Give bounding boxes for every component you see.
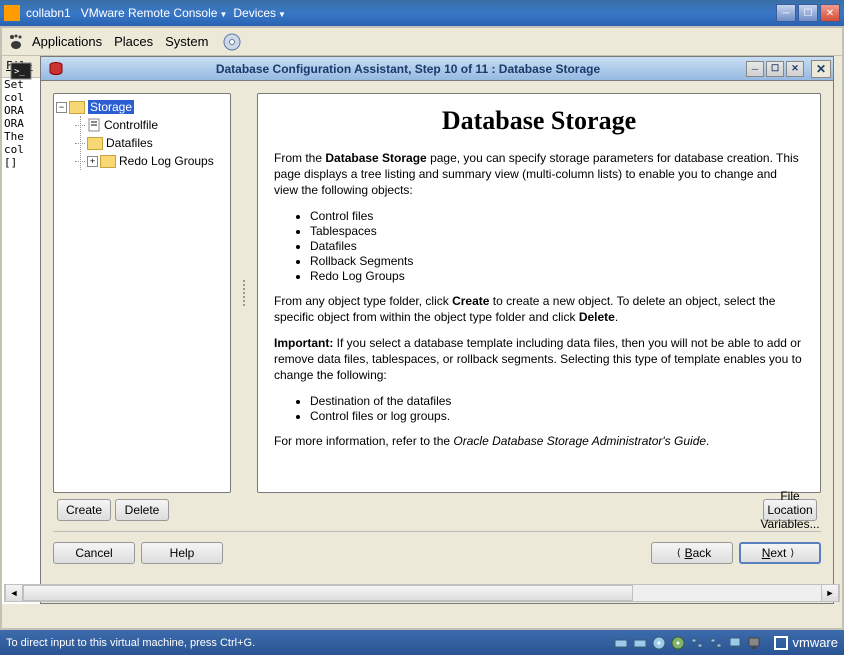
- list-item: Rollback Segments: [310, 254, 804, 268]
- create-button[interactable]: Create: [57, 499, 111, 521]
- wizard-button-row: Cancel Help ⟨Back Next⟩: [53, 542, 821, 564]
- scroll-track[interactable]: [23, 585, 821, 601]
- close-button[interactable]: ✕: [786, 61, 804, 77]
- list-item: Tablespaces: [310, 224, 804, 238]
- horizontal-scrollbar[interactable]: ◄ ►: [4, 584, 840, 602]
- cancel-button[interactable]: Cancel: [53, 542, 135, 564]
- next-button[interactable]: Next⟩: [739, 542, 821, 564]
- back-button[interactable]: ⟨Back: [651, 542, 733, 564]
- vmware-logo: vmware: [774, 635, 838, 650]
- hdd-icon[interactable]: [613, 635, 629, 651]
- chevron-right-icon: ⟩: [790, 548, 794, 559]
- help-button[interactable]: Help: [141, 542, 223, 564]
- dbca-title: Database Configuration Assistant, Step 1…: [71, 62, 745, 76]
- status-hint: To direct input to this virtual machine,…: [6, 637, 255, 649]
- gnome-menubar: Applications Places System: [2, 28, 842, 56]
- terminal-text: col: [2, 143, 43, 156]
- dbca-body: − Storage Controlfile Da: [41, 81, 833, 603]
- tree-node-storage[interactable]: − Storage: [56, 98, 228, 116]
- important-paragraph: Important: If you select a database temp…: [274, 335, 804, 384]
- minimize-button[interactable]: ─: [776, 4, 796, 22]
- tree-node-controlfile[interactable]: Controlfile: [81, 116, 228, 134]
- maximize-button[interactable]: ☐: [798, 4, 818, 22]
- folder-icon: [100, 155, 116, 168]
- vmware-status-bar: To direct input to this virtual machine,…: [0, 630, 844, 655]
- back-label: ack: [693, 546, 712, 560]
- dbca-window: Database Configuration Assistant, Step 1…: [40, 56, 834, 604]
- intro-paragraph: From the Database Storage page, you can …: [274, 150, 804, 199]
- menu-applications[interactable]: Applications: [32, 34, 102, 49]
- create-delete-paragraph: From any object type folder, click Creat…: [274, 293, 804, 325]
- hdd-icon[interactable]: [632, 635, 648, 651]
- menu-system[interactable]: System: [165, 34, 208, 49]
- reference-paragraph: For more information, refer to the Oracl…: [274, 433, 804, 449]
- file-location-variables-button[interactable]: File Location Variables...: [763, 499, 817, 521]
- vmware-boxes-icon: [774, 636, 788, 650]
- separator: [53, 531, 821, 532]
- storage-tree[interactable]: − Storage Controlfile Da: [53, 93, 231, 493]
- chevron-down-icon: ▼: [219, 10, 227, 19]
- close-button[interactable]: ✕: [820, 4, 840, 22]
- close-all-button[interactable]: ✕: [811, 60, 831, 78]
- list-item: Datafiles: [310, 239, 804, 253]
- taskbar-terminal-icon[interactable]: >_: [2, 58, 40, 86]
- tree-node-redo-log-groups[interactable]: + Redo Log Groups: [81, 152, 228, 170]
- list-item: Control files: [310, 209, 804, 223]
- tree-node-datafiles[interactable]: Datafiles: [81, 134, 228, 152]
- vm-host-label: collabn1: [26, 6, 71, 20]
- cd-drive-icon[interactable]: [222, 32, 242, 52]
- chevron-left-icon: ⟨: [677, 548, 681, 559]
- terminal-window-partial: File Set col ORA ORA The col []: [2, 56, 44, 604]
- scroll-left-icon[interactable]: ◄: [5, 585, 23, 601]
- gnome-foot-icon[interactable]: [6, 32, 26, 52]
- cd-icon[interactable]: [670, 635, 686, 651]
- delete-button[interactable]: Delete: [115, 499, 169, 521]
- vmware-app-icon: [4, 5, 20, 21]
- menu-places[interactable]: Places: [114, 34, 153, 49]
- menu-devices[interactable]: Devices▼: [233, 6, 286, 20]
- list-item: Destination of the datafiles: [310, 394, 804, 408]
- monitor-icon[interactable]: [727, 635, 743, 651]
- cd-icon[interactable]: [651, 635, 667, 651]
- page-heading: Database Storage: [274, 106, 804, 136]
- minimize-button[interactable]: ─: [746, 61, 764, 77]
- chevron-down-icon: ▼: [278, 10, 286, 19]
- list-item: Redo Log Groups: [310, 269, 804, 283]
- dbca-titlebar: Database Configuration Assistant, Step 1…: [41, 57, 833, 81]
- folder-icon: [69, 101, 85, 114]
- scroll-right-icon[interactable]: ►: [821, 585, 839, 601]
- mid-button-row: Create Delete File Location Variables...: [53, 493, 821, 521]
- guest-os-area: Applications Places System >_ File Set c…: [0, 26, 844, 630]
- expand-icon[interactable]: +: [87, 156, 98, 167]
- terminal-text: ORA: [2, 104, 43, 117]
- folder-icon: [87, 137, 103, 150]
- terminal-text: col: [2, 91, 43, 104]
- device-status-icons: [613, 635, 762, 651]
- vmware-titlebar: collabn1 VMware Remote Console▼ Devices▼…: [0, 0, 844, 26]
- list-item: Control files or log groups.: [310, 409, 804, 423]
- collapse-icon[interactable]: −: [56, 102, 67, 113]
- template-list: Destination of the datafiles Control fil…: [310, 394, 804, 423]
- maximize-button[interactable]: ☐: [766, 61, 784, 77]
- next-label: ext: [770, 546, 786, 560]
- controlfile-icon: [87, 118, 101, 132]
- database-app-icon: [47, 60, 65, 78]
- monitor-icon[interactable]: [746, 635, 762, 651]
- objects-list: Control files Tablespaces Datafiles Roll…: [310, 209, 804, 283]
- terminal-text: []: [2, 156, 43, 169]
- scroll-thumb[interactable]: [23, 585, 633, 601]
- terminal-text: ORA: [2, 117, 43, 130]
- terminal-text: The: [2, 130, 43, 143]
- network-icon[interactable]: [689, 635, 705, 651]
- splitter-handle[interactable]: [241, 93, 247, 493]
- svg-text:>_: >_: [14, 67, 25, 77]
- network-icon[interactable]: [708, 635, 724, 651]
- menu-vmware-remote-console[interactable]: VMware Remote Console▼: [81, 6, 228, 20]
- content-panel: Database Storage From the Database Stora…: [257, 93, 821, 493]
